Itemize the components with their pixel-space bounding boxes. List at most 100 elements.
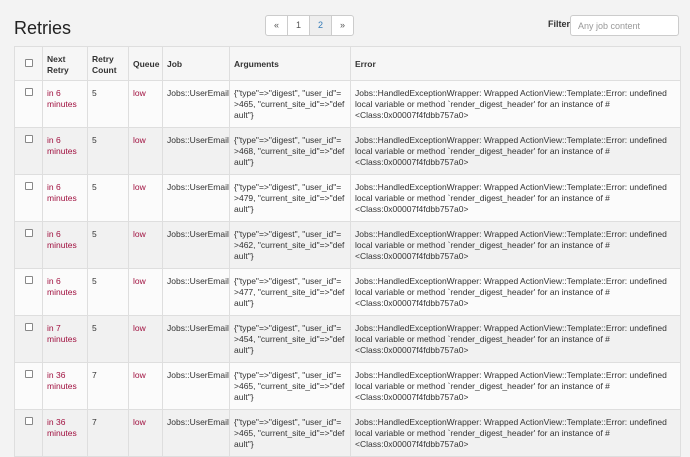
queue-link[interactable]: low (133, 88, 146, 98)
job-cell: Jobs::UserEmail (162, 174, 230, 222)
arguments-cell: {"type"=>"digest", "user_id"=>477, "curr… (229, 268, 351, 316)
table-row: in 6 minutes 5 low Jobs::UserEmail {"typ… (14, 268, 681, 316)
job-cell: Jobs::UserEmail (162, 80, 230, 128)
row-select-cell (14, 362, 43, 410)
queue-cell: low (128, 409, 163, 457)
retry-count-cell: 5 (87, 127, 129, 175)
row-checkbox[interactable] (24, 276, 33, 284)
queue-link[interactable]: low (133, 323, 146, 333)
retry-count-cell: 5 (87, 174, 129, 222)
filter-label: Filter (548, 19, 571, 29)
column-header-queue: Queue (128, 46, 163, 81)
next-retry-cell: in 7 minutes (42, 315, 88, 363)
next-retry-cell: in 36 minutes (42, 409, 88, 457)
next-retry-cell: in 6 minutes (42, 268, 88, 316)
queue-link[interactable]: low (133, 135, 146, 145)
arguments-cell: {"type"=>"digest", "user_id"=>468, "curr… (229, 127, 351, 175)
table-body: in 6 minutes 5 low Jobs::UserEmail {"typ… (14, 80, 681, 457)
arguments-cell: {"type"=>"digest", "user_id"=>462, "curr… (229, 221, 351, 269)
pagination-page-2[interactable]: 2 (309, 15, 332, 36)
retry-count-cell: 5 (87, 315, 129, 363)
queue-cell: low (128, 268, 163, 316)
pagination-page-1[interactable]: 1 (287, 15, 310, 36)
column-header-retry-count: Retry Count (87, 46, 129, 81)
row-checkbox[interactable] (24, 229, 33, 237)
queue-cell: low (128, 80, 163, 128)
row-checkbox[interactable] (24, 323, 33, 331)
next-retry-link[interactable]: in 6 minutes (47, 182, 77, 203)
error-cell: Jobs::HandledExceptionWrapper: Wrapped A… (350, 268, 681, 316)
retry-count-cell: 7 (87, 409, 129, 457)
queue-link[interactable]: low (133, 370, 146, 380)
queue-cell: low (128, 174, 163, 222)
next-retry-cell: in 6 minutes (42, 174, 88, 222)
next-retry-cell: in 36 minutes (42, 362, 88, 410)
error-cell: Jobs::HandledExceptionWrapper: Wrapped A… (350, 174, 681, 222)
job-cell: Jobs::UserEmail (162, 127, 230, 175)
column-header-job: Job (162, 46, 230, 81)
arguments-cell: {"type"=>"digest", "user_id"=>454, "curr… (229, 315, 351, 363)
error-cell: Jobs::HandledExceptionWrapper: Wrapped A… (350, 409, 681, 457)
table-row: in 36 minutes 7 low Jobs::UserEmail {"ty… (14, 362, 681, 410)
job-cell: Jobs::UserEmail (162, 362, 230, 410)
column-header-next-retry: Next Retry (42, 46, 88, 81)
error-cell: Jobs::HandledExceptionWrapper: Wrapped A… (350, 315, 681, 363)
job-cell: Jobs::UserEmail (162, 409, 230, 457)
next-retry-link[interactable]: in 36 minutes (47, 417, 77, 438)
job-cell: Jobs::UserEmail (162, 315, 230, 363)
row-select-cell (14, 268, 43, 316)
next-retry-link[interactable]: in 6 minutes (47, 135, 77, 156)
row-checkbox[interactable] (24, 182, 33, 190)
pagination-prev[interactable]: « (265, 15, 288, 36)
queue-link[interactable]: low (133, 276, 146, 286)
column-header-arguments: Arguments (229, 46, 351, 81)
pagination: « 1 2 » (265, 15, 354, 36)
queue-cell: low (128, 315, 163, 363)
next-retry-link[interactable]: in 7 minutes (47, 323, 77, 344)
retry-count-cell: 7 (87, 362, 129, 410)
row-select-cell (14, 174, 43, 222)
page-title: Retries (14, 18, 72, 38)
table-row: in 36 minutes 7 low Jobs::UserEmail {"ty… (14, 409, 681, 457)
pagination-next[interactable]: » (331, 15, 354, 36)
row-select-cell (14, 127, 43, 175)
table-row: in 7 minutes 5 low Jobs::UserEmail {"typ… (14, 315, 681, 363)
queue-link[interactable]: low (133, 229, 146, 239)
retry-count-cell: 5 (87, 80, 129, 128)
queue-cell: low (128, 362, 163, 410)
queue-link[interactable]: low (133, 417, 146, 427)
row-checkbox[interactable] (24, 88, 33, 96)
filter-input[interactable] (570, 15, 679, 36)
next-retry-link[interactable]: in 36 minutes (47, 370, 77, 391)
table-row: in 6 minutes 5 low Jobs::UserEmail {"typ… (14, 80, 681, 128)
error-cell: Jobs::HandledExceptionWrapper: Wrapped A… (350, 221, 681, 269)
table-header-row: Next Retry Retry Count Queue Job Argumen… (14, 46, 681, 81)
table-row: in 6 minutes 5 low Jobs::UserEmail {"typ… (14, 127, 681, 175)
select-all-header (14, 46, 43, 81)
retries-table: Next Retry Retry Count Queue Job Argumen… (14, 46, 681, 457)
arguments-cell: {"type"=>"digest", "user_id"=>465, "curr… (229, 409, 351, 457)
next-retry-link[interactable]: in 6 minutes (47, 88, 77, 109)
queue-cell: low (128, 127, 163, 175)
table-row: in 6 minutes 5 low Jobs::UserEmail {"typ… (14, 174, 681, 222)
select-all-checkbox[interactable] (24, 59, 33, 67)
job-cell: Jobs::UserEmail (162, 268, 230, 316)
error-cell: Jobs::HandledExceptionWrapper: Wrapped A… (350, 127, 681, 175)
next-retry-cell: in 6 minutes (42, 221, 88, 269)
row-select-cell (14, 221, 43, 269)
row-select-cell (14, 80, 43, 128)
table-row: in 6 minutes 5 low Jobs::UserEmail {"typ… (14, 221, 681, 269)
error-cell: Jobs::HandledExceptionWrapper: Wrapped A… (350, 80, 681, 128)
next-retry-link[interactable]: in 6 minutes (47, 276, 77, 297)
row-checkbox[interactable] (24, 417, 33, 425)
job-cell: Jobs::UserEmail (162, 221, 230, 269)
column-header-error: Error (350, 46, 681, 81)
row-select-cell (14, 315, 43, 363)
next-retry-link[interactable]: in 6 minutes (47, 229, 77, 250)
row-checkbox[interactable] (24, 135, 33, 143)
queue-cell: low (128, 221, 163, 269)
queue-link[interactable]: low (133, 182, 146, 192)
row-checkbox[interactable] (24, 370, 33, 378)
arguments-cell: {"type"=>"digest", "user_id"=>479, "curr… (229, 174, 351, 222)
retry-count-cell: 5 (87, 221, 129, 269)
